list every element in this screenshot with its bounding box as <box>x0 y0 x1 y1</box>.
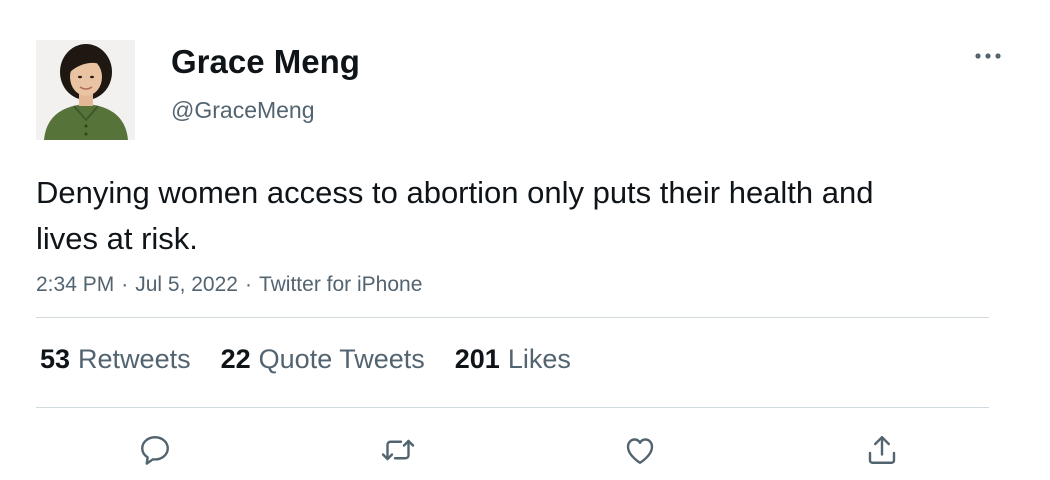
more-options-button[interactable] <box>972 44 1004 68</box>
retweet-icon <box>381 439 415 461</box>
display-name[interactable]: Grace Meng <box>171 42 360 82</box>
retweets-label: Retweets <box>78 344 191 374</box>
meta-separator: · <box>244 273 252 296</box>
share-button[interactable] <box>860 428 904 472</box>
likes-stat[interactable]: 201 Likes <box>455 341 571 377</box>
profile-photo-icon <box>36 40 135 140</box>
quote-tweets-stat[interactable]: 22 Quote Tweets <box>221 341 425 377</box>
tweet-meta: 2:34 PM · Jul 5, 2022 · Twitter for iPhone <box>36 271 422 299</box>
divider <box>36 407 989 408</box>
retweets-count: 53 <box>40 344 71 374</box>
avatar[interactable] <box>36 40 135 140</box>
share-icon <box>868 436 896 464</box>
likes-label: Likes <box>507 344 571 374</box>
tweet-text: Denying women access to abortion only pu… <box>36 175 874 256</box>
quote-tweets-label: Quote Tweets <box>258 344 425 374</box>
reply-button[interactable] <box>133 428 177 472</box>
reply-icon <box>141 436 169 465</box>
tweet-time[interactable]: 2:34 PM <box>36 273 114 296</box>
tweet-source[interactable]: Twitter for iPhone <box>259 273 422 296</box>
heart-icon <box>626 438 654 464</box>
more-icon <box>975 53 1001 59</box>
meta-separator: · <box>121 273 129 296</box>
divider <box>36 317 989 318</box>
retweets-stat[interactable]: 53 Retweets <box>40 341 191 377</box>
quote-tweets-count: 22 <box>220 344 251 374</box>
likes-count: 201 <box>454 344 500 374</box>
user-handle[interactable]: @GraceMeng <box>171 96 315 124</box>
tweet-stats: 53 Retweets 22 Quote Tweets 201 Likes <box>40 341 601 377</box>
like-button[interactable] <box>618 428 662 472</box>
tweet-date[interactable]: Jul 5, 2022 <box>135 273 238 296</box>
retweet-button[interactable] <box>376 428 420 472</box>
